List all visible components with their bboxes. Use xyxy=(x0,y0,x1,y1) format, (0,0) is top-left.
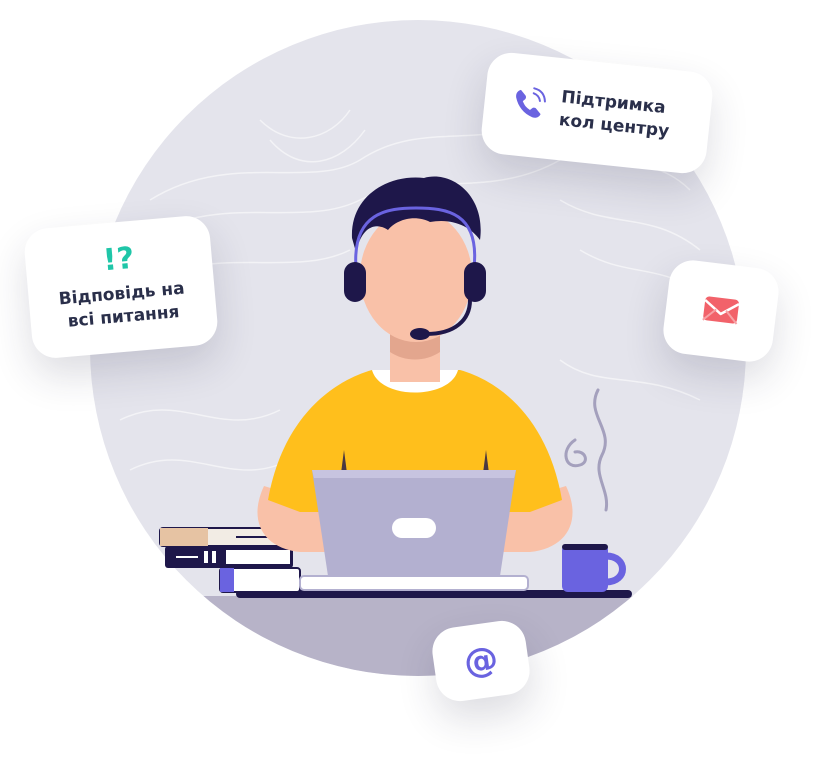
answers-card: !? Відповідь на всі питання xyxy=(22,214,220,360)
face xyxy=(360,210,472,342)
email-card: @ xyxy=(429,617,533,705)
envelope-icon xyxy=(699,289,743,333)
laptop-base xyxy=(299,575,529,591)
headset-mic xyxy=(410,328,430,340)
headset-ear-right xyxy=(464,262,486,302)
phone-icon xyxy=(508,84,548,129)
headset-ear-left xyxy=(344,262,366,302)
call-center-label: Підтримка кол центру xyxy=(558,86,673,143)
mail-card xyxy=(660,257,782,365)
mug xyxy=(562,544,608,592)
call-center-illustration xyxy=(90,20,746,676)
desk xyxy=(90,596,746,676)
answers-label: Відповідь на всі питання xyxy=(58,278,188,335)
laptop-logo xyxy=(392,518,436,538)
exclamation-question-icon: !? xyxy=(101,240,136,279)
at-sign-icon: @ xyxy=(461,638,501,684)
